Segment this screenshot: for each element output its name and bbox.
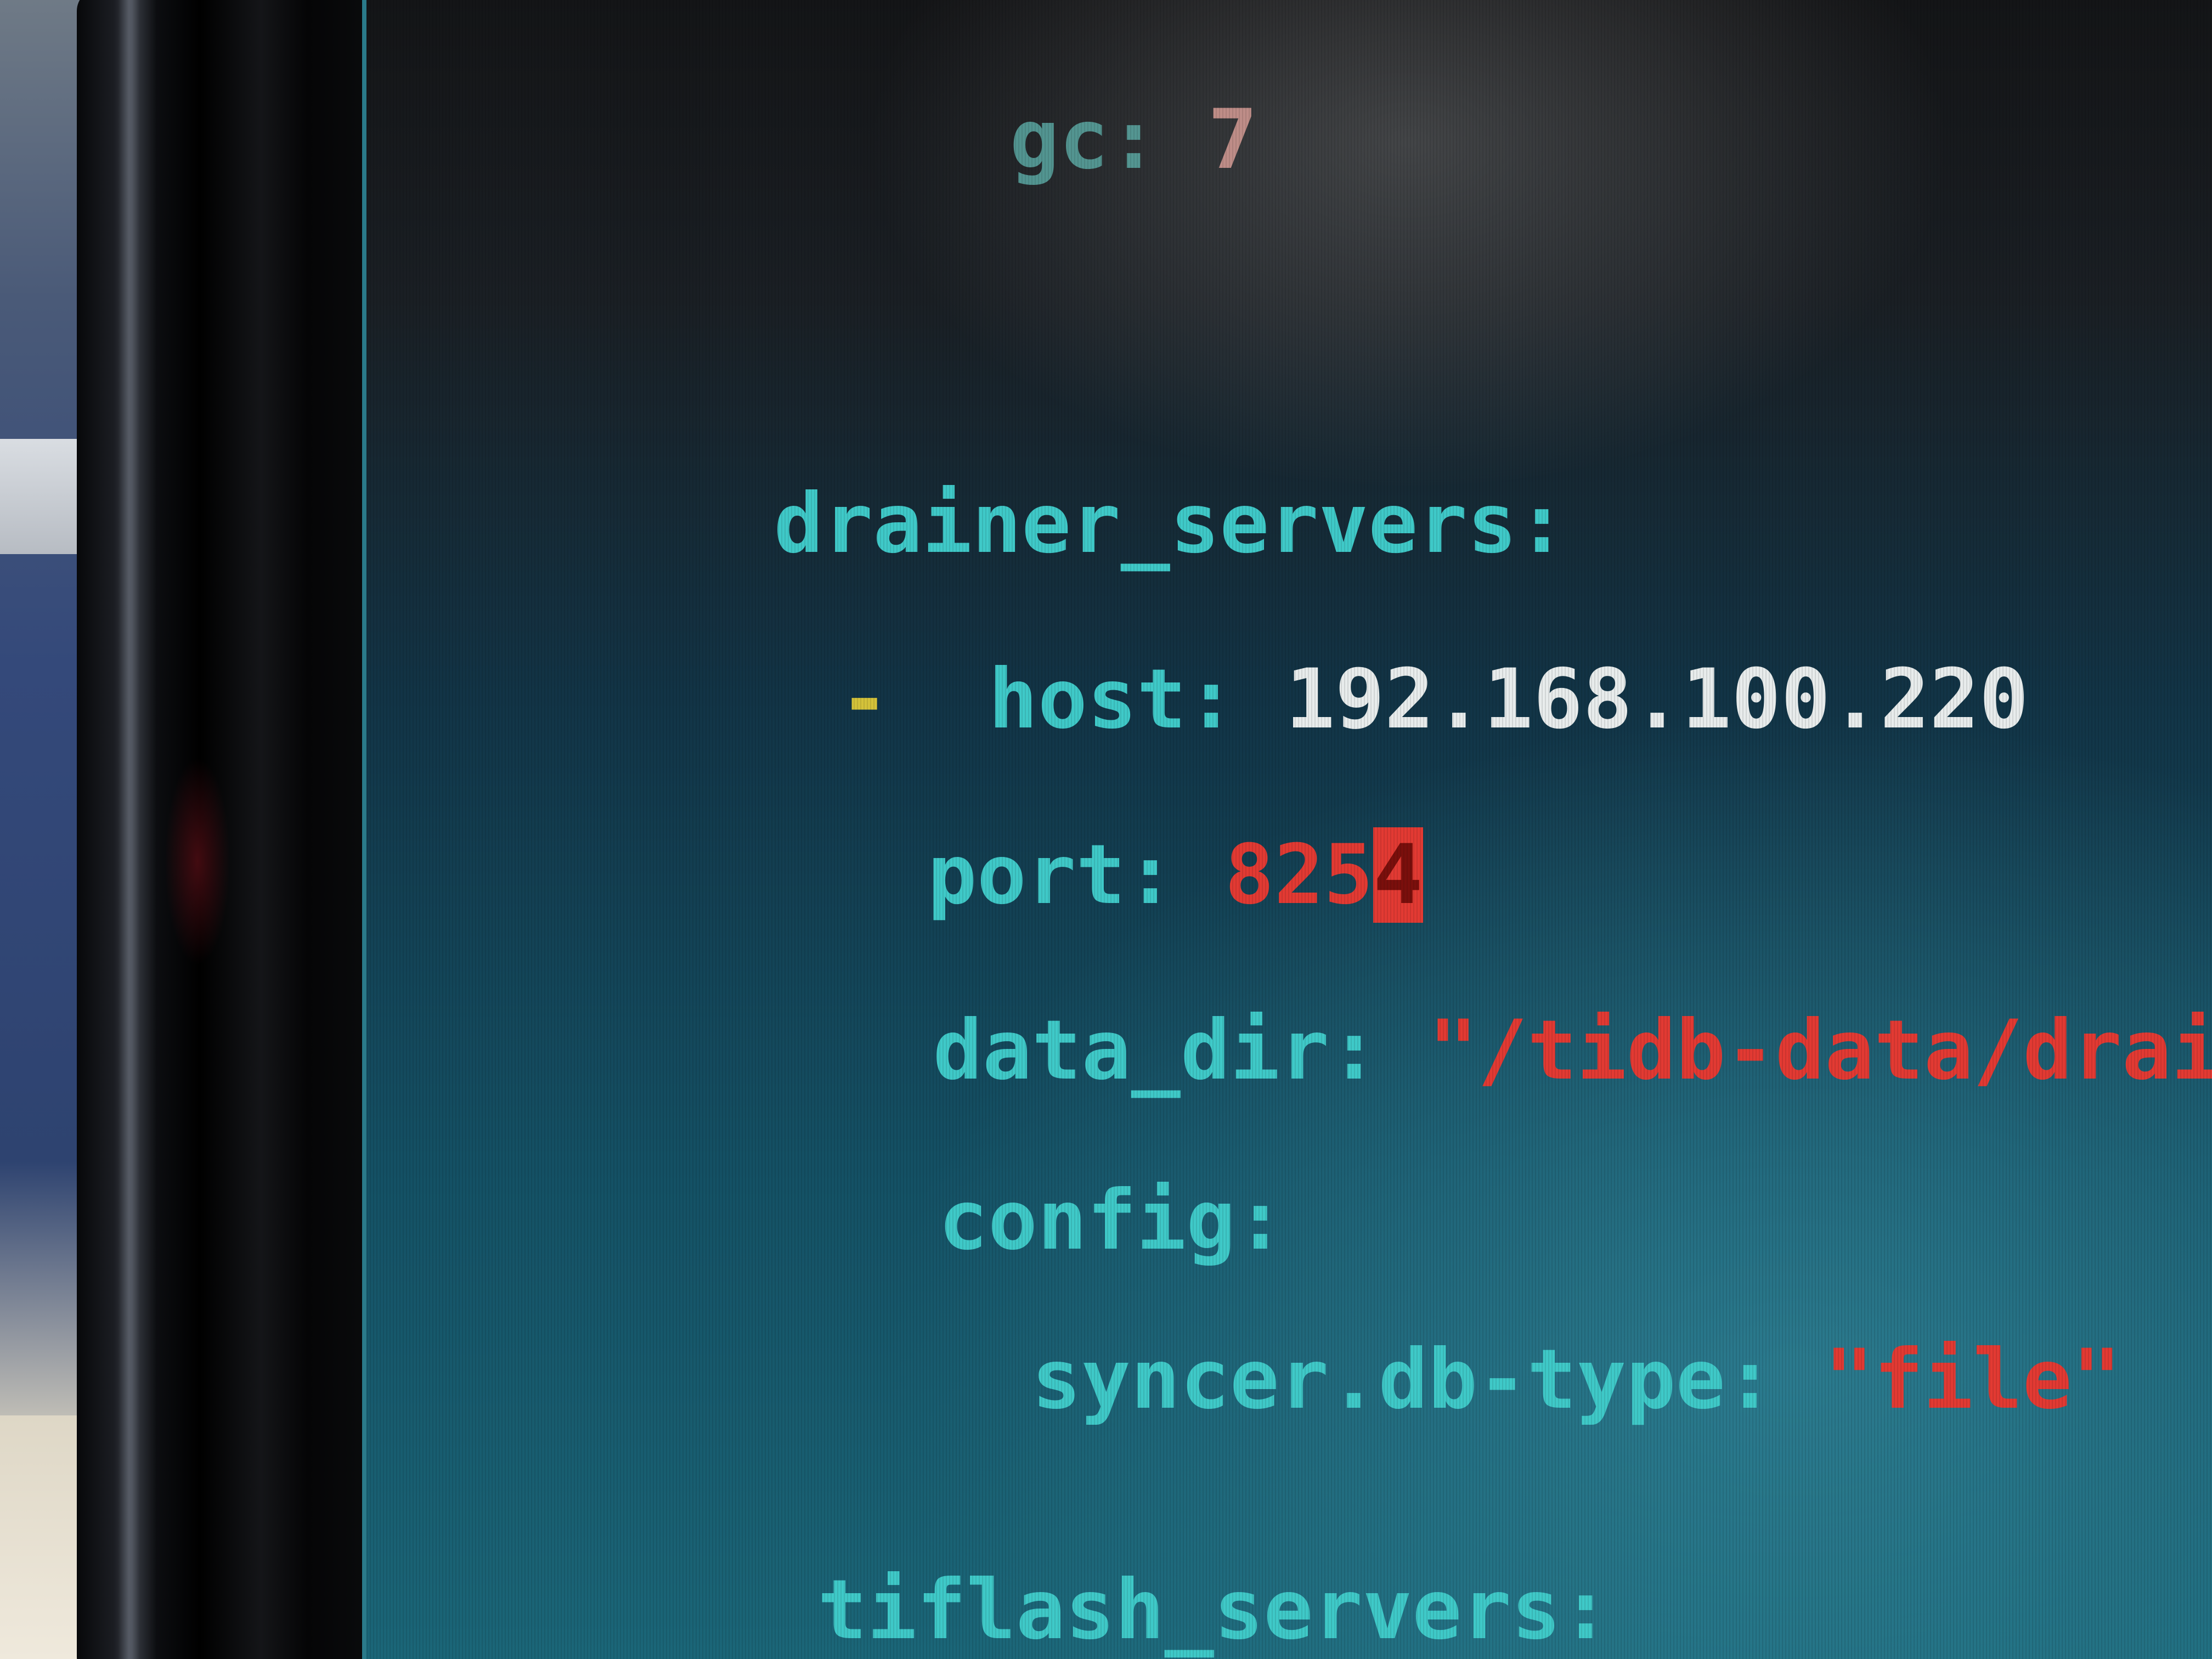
- terminal-screen[interactable]: gc: 7 drainer_servers: - host: 192.168.1…: [362, 0, 2212, 1659]
- line-port: port: 8254: [531, 752, 1423, 923]
- line-gc: gc: 7: [613, 16, 1257, 181]
- yaml-key: gc:: [1009, 92, 1159, 188]
- yaml-key: host:: [988, 652, 1236, 747]
- line-tiflash-servers: tiflash_servers:: [421, 1487, 1610, 1651]
- yaml-key: port:: [927, 827, 1176, 923]
- text-cursor[interactable]: 4: [1373, 827, 1423, 923]
- line-config: config:: [542, 1097, 1285, 1262]
- bezel-red-reflection: [165, 757, 230, 966]
- yaml-value-number: 7: [1207, 92, 1258, 188]
- yaml-value-string: "file": [1824, 1332, 2122, 1427]
- yaml-value-string: "/tidb-data/drainer": [1428, 1003, 2212, 1098]
- yaml-list-dash: -: [839, 652, 889, 747]
- yaml-value-number: 825: [1224, 827, 1374, 923]
- line-syncer-db-type: syncer.db-type: "file": [635, 1256, 2121, 1421]
- yaml-key: config:: [938, 1173, 1285, 1268]
- line-data-dir: data_dir: "/tidb-data/drainer": [537, 927, 2212, 1092]
- yaml-editor[interactable]: gc: 7 drainer_servers: - host: 192.168.1…: [366, 0, 2212, 1659]
- photo-scene: gc: 7 drainer_servers: - host: 192.168.1…: [0, 0, 2212, 1659]
- yaml-section-key: drainer_servers:: [774, 476, 1567, 572]
- yaml-key: data_dir:: [933, 1003, 1379, 1098]
- yaml-key: syncer.db-type:: [1031, 1332, 1775, 1427]
- line-drainer-servers: drainer_servers:: [377, 400, 1566, 565]
- line-host: - host: 192.168.100.220: [443, 576, 2028, 741]
- yaml-section-key: tiflash_servers:: [817, 1562, 1611, 1658]
- yaml-value-ip: 192.168.100.220: [1285, 652, 2029, 747]
- bezel-reflection: [118, 0, 140, 1659]
